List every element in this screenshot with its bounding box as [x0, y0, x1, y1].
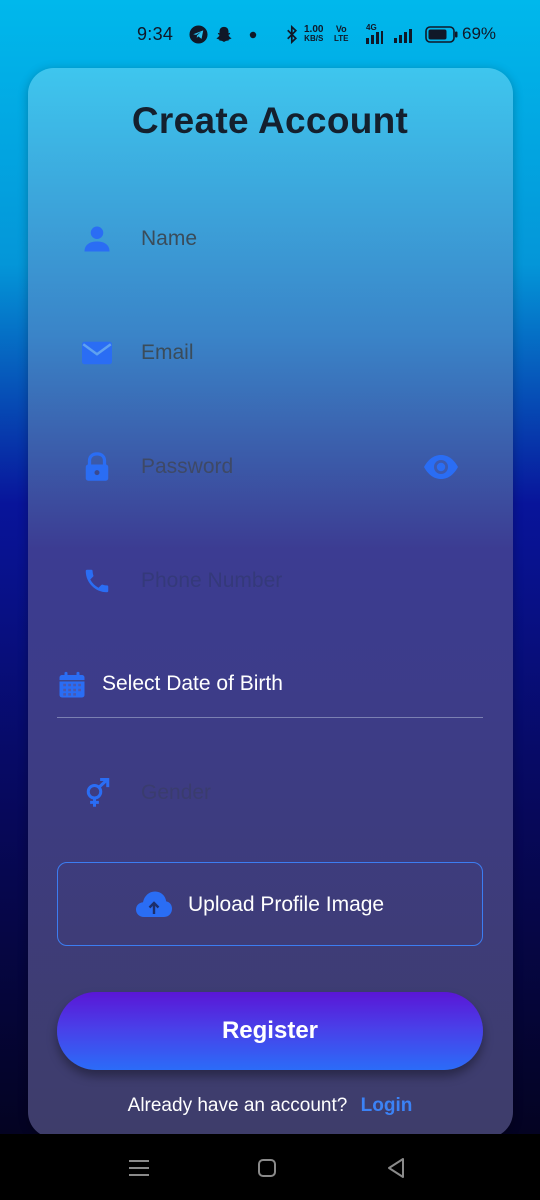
- signal-icon: [394, 29, 412, 43]
- register-button[interactable]: Register: [57, 992, 483, 1070]
- email-field: [57, 326, 483, 382]
- login-row: Already have an account? Login: [0, 1095, 540, 1117]
- status-time: 9:34: [137, 24, 174, 44]
- lock-icon: [85, 452, 109, 481]
- battery-percent: 69%: [462, 24, 497, 43]
- battery-icon: [425, 26, 458, 43]
- gender-input[interactable]: [141, 776, 401, 810]
- gender-icon: [86, 778, 110, 807]
- back-icon[interactable]: [386, 1157, 406, 1179]
- person-icon: [84, 226, 110, 252]
- snapchat-icon: [216, 26, 232, 43]
- net-speed: 1.00 KB/S: [304, 24, 324, 44]
- password-field: [57, 440, 483, 496]
- volte-top: Vo: [335, 24, 347, 34]
- bluetooth-icon: [287, 25, 298, 44]
- password-input[interactable]: [141, 450, 401, 484]
- signal-icon: [366, 31, 383, 44]
- dob-selector[interactable]: Select Date of Birth: [57, 660, 483, 718]
- volte-bottom: LTE: [334, 34, 349, 43]
- home-icon[interactable]: [257, 1158, 277, 1178]
- menu-icon[interactable]: [128, 1158, 150, 1178]
- navigation-bar: [0, 1134, 540, 1200]
- eye-icon[interactable]: [423, 452, 459, 482]
- phone-icon: [85, 569, 109, 593]
- dot-icon: [249, 31, 257, 39]
- page-title: Create Account: [131, 100, 409, 141]
- name-input[interactable]: [141, 222, 401, 256]
- email-input[interactable]: [141, 336, 401, 370]
- telegram-icon: [189, 25, 208, 44]
- upload-profile-image-button[interactable]: Upload Profile Image: [57, 862, 483, 946]
- calendar-icon: [59, 671, 85, 698]
- dob-label: Select Date of Birth: [102, 672, 283, 695]
- net-speed-value: 1.00: [304, 24, 324, 35]
- phone-input[interactable]: [141, 564, 401, 598]
- upload-label: Upload Profile Image: [188, 893, 385, 916]
- gender-field: [57, 766, 483, 822]
- name-field: [57, 212, 483, 268]
- mail-icon: [82, 341, 112, 365]
- cloud-upload-icon: [136, 891, 172, 917]
- volte-badge: Vo LTE: [334, 24, 349, 44]
- net-speed-unit: KB/S: [304, 34, 324, 43]
- phone-field: [57, 554, 483, 610]
- login-prompt: Already have an account?: [127, 1095, 348, 1116]
- status-bar: 9:34 1.00 KB/S Vo LTE 4G 69%: [0, 0, 540, 68]
- login-link[interactable]: Login: [361, 1095, 413, 1116]
